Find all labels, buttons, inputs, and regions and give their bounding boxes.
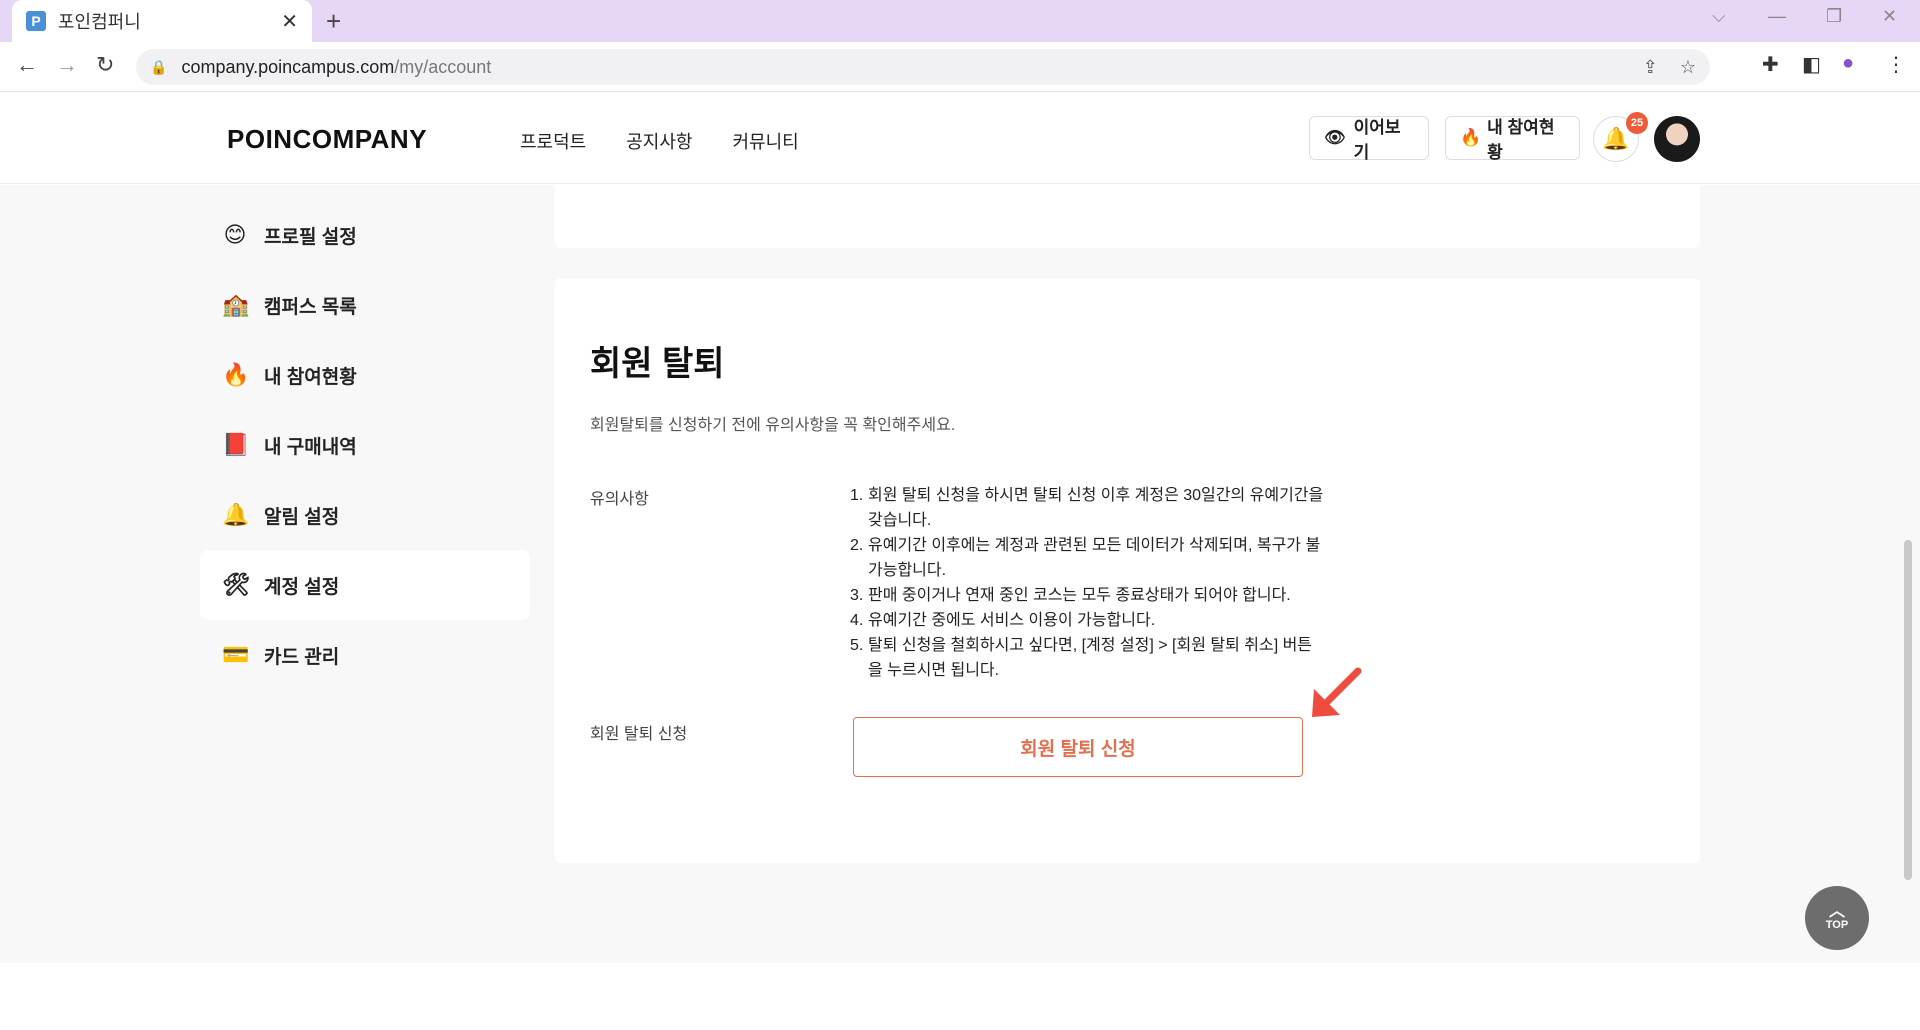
scroll-top-button[interactable]: ︿ TOP <box>1805 886 1869 950</box>
sidebar-item-profile[interactable]: 😊 프로필 설정 <box>200 200 530 270</box>
side-panel-icon[interactable]: ◧ <box>1802 52 1821 77</box>
sidebar-item-cards[interactable]: 💳 카드 관리 <box>200 620 530 690</box>
restore-icon[interactable]: ❐ <box>1826 6 1842 27</box>
nav-community[interactable]: 커뮤니티 <box>733 128 799 154</box>
sidebar-item-campus[interactable]: 🏫 캠퍼스 목록 <box>200 270 530 340</box>
nav-notice[interactable]: 공지사항 <box>626 128 692 154</box>
favicon-icon: P <box>26 11 46 31</box>
list-item: 3. 판매 중이거나 연재 중인 코스는 모두 종료상태가 되어야 합니다. <box>850 587 1291 604</box>
back-icon[interactable]: ← <box>16 52 38 78</box>
sidebar-item-account[interactable]: 🛠 계정 설정 <box>200 550 530 620</box>
fire-icon: 🔥 <box>222 362 250 387</box>
site-header: POINCOMPANY 프로덕트 공지사항 커뮤니티 👁 이어보기 🔥 내 참여… <box>0 92 1920 184</box>
notes-list: 1. 회원 탈퇴 신청을 하시면 탈퇴 신청 이후 계정은 30일간의 유예기간을… <box>850 483 1325 683</box>
chevron-up-icon: ︿ <box>1828 903 1845 920</box>
browser-toolbar: ← → ↻ 🔒 company.poincampus.com/my/accoun… <box>0 42 1920 92</box>
list-item: 5. 탈퇴 신청을 철회하시고 싶다면, [계정 설정] > [회원 탈퇴 취소]… <box>850 637 1313 679</box>
lock-icon: 🔒 <box>150 58 168 75</box>
browser-tab-bar: P 포인컴퍼니 ✕ + ⌵ — ❐ ✕ <box>0 0 1920 42</box>
profile-icon[interactable]: ● <box>1842 52 1854 75</box>
participation-button[interactable]: 🔥 내 참여현황 <box>1445 116 1580 162</box>
forward-icon[interactable]: → <box>56 52 78 78</box>
sidebar-item-participation[interactable]: 🔥 내 참여현황 <box>200 340 530 410</box>
previous-section-card <box>555 185 1700 248</box>
window-close-icon[interactable]: ✕ <box>1882 6 1897 27</box>
list-item: 1. 회원 탈퇴 신청을 하시면 탈퇴 신청 이후 계정은 30일간의 유예기간을… <box>850 487 1324 529</box>
school-icon: 🏫 <box>222 292 250 317</box>
tab-search-icon[interactable]: ⌵ <box>1712 6 1726 27</box>
address-bar[interactable]: 🔒 company.poincampus.com/my/account ⇪ ☆ <box>136 49 1710 85</box>
annotation-arrow-icon <box>1312 667 1362 717</box>
tab-close-icon[interactable]: ✕ <box>281 9 298 34</box>
avatar[interactable] <box>1654 116 1700 162</box>
withdrawal-title: 회원 탈퇴 <box>590 345 725 383</box>
withdrawal-card: 회원 탈퇴 회원탈퇴를 신청하기 전에 유의사항을 꼭 확인해주세요. 유의사항… <box>555 278 1700 863</box>
smile-icon: 😊 <box>223 222 247 247</box>
url-text: company.poincampus.com/my/account <box>181 56 492 77</box>
sidebar-item-notifications[interactable]: 🔔 알림 설정 <box>200 480 530 550</box>
eye-icon: 👁 <box>1324 128 1346 147</box>
book-icon: 📕 <box>222 432 250 457</box>
share-icon[interactable]: ⇪ <box>1643 57 1658 78</box>
menu-icon[interactable]: ⋮ <box>1886 52 1906 77</box>
extensions-icon[interactable]: ✚ <box>1762 52 1779 77</box>
sidebar-item-purchases[interactable]: 📕 내 구매내역 <box>200 410 530 480</box>
credit-card-icon: 💳 <box>222 642 250 667</box>
nav-product[interactable]: 프로덕트 <box>520 128 586 154</box>
apply-label: 회원 탈퇴 신청 <box>590 726 688 743</box>
main-nav: 프로덕트 공지사항 커뮤니티 <box>520 128 799 154</box>
bell-icon: 🔔 <box>222 502 250 527</box>
continue-button[interactable]: 👁 이어보기 <box>1309 116 1429 162</box>
list-item: 4. 유예기간 중에도 서비스 이용이 가능합니다. <box>850 612 1156 629</box>
tools-icon: 🛠 <box>222 572 250 597</box>
withdrawal-description: 회원탈퇴를 신청하기 전에 유의사항을 꼭 확인해주세요. <box>590 417 956 434</box>
fire-icon: 🔥 <box>1460 128 1482 147</box>
bell-icon: 🔔 <box>1602 126 1630 151</box>
scrollbar[interactable] <box>1904 540 1912 880</box>
list-item: 2. 유예기간 이후에는 계정과 관련된 모든 데이터가 삭제되며, 복구가 불가… <box>850 537 1321 579</box>
tab-title: 포인컴퍼니 <box>58 12 141 32</box>
minimize-icon[interactable]: — <box>1768 6 1786 27</box>
new-tab-icon[interactable]: + <box>326 6 341 37</box>
withdrawal-apply-button[interactable]: 회원 탈퇴 신청 <box>853 717 1303 777</box>
browser-tab[interactable]: P 포인컴퍼니 ✕ <box>12 0 312 42</box>
reload-icon[interactable]: ↻ <box>96 52 114 78</box>
site-logo[interactable]: POINCOMPANY <box>227 124 427 155</box>
account-sidebar: 😊 프로필 설정 🏫 캠퍼스 목록 🔥 내 참여현황 📕 내 구매내역 🔔 알림… <box>200 200 530 690</box>
bookmark-star-icon[interactable]: ☆ <box>1680 57 1696 78</box>
notification-badge: 25 <box>1626 112 1648 134</box>
notes-label: 유의사항 <box>590 491 649 508</box>
